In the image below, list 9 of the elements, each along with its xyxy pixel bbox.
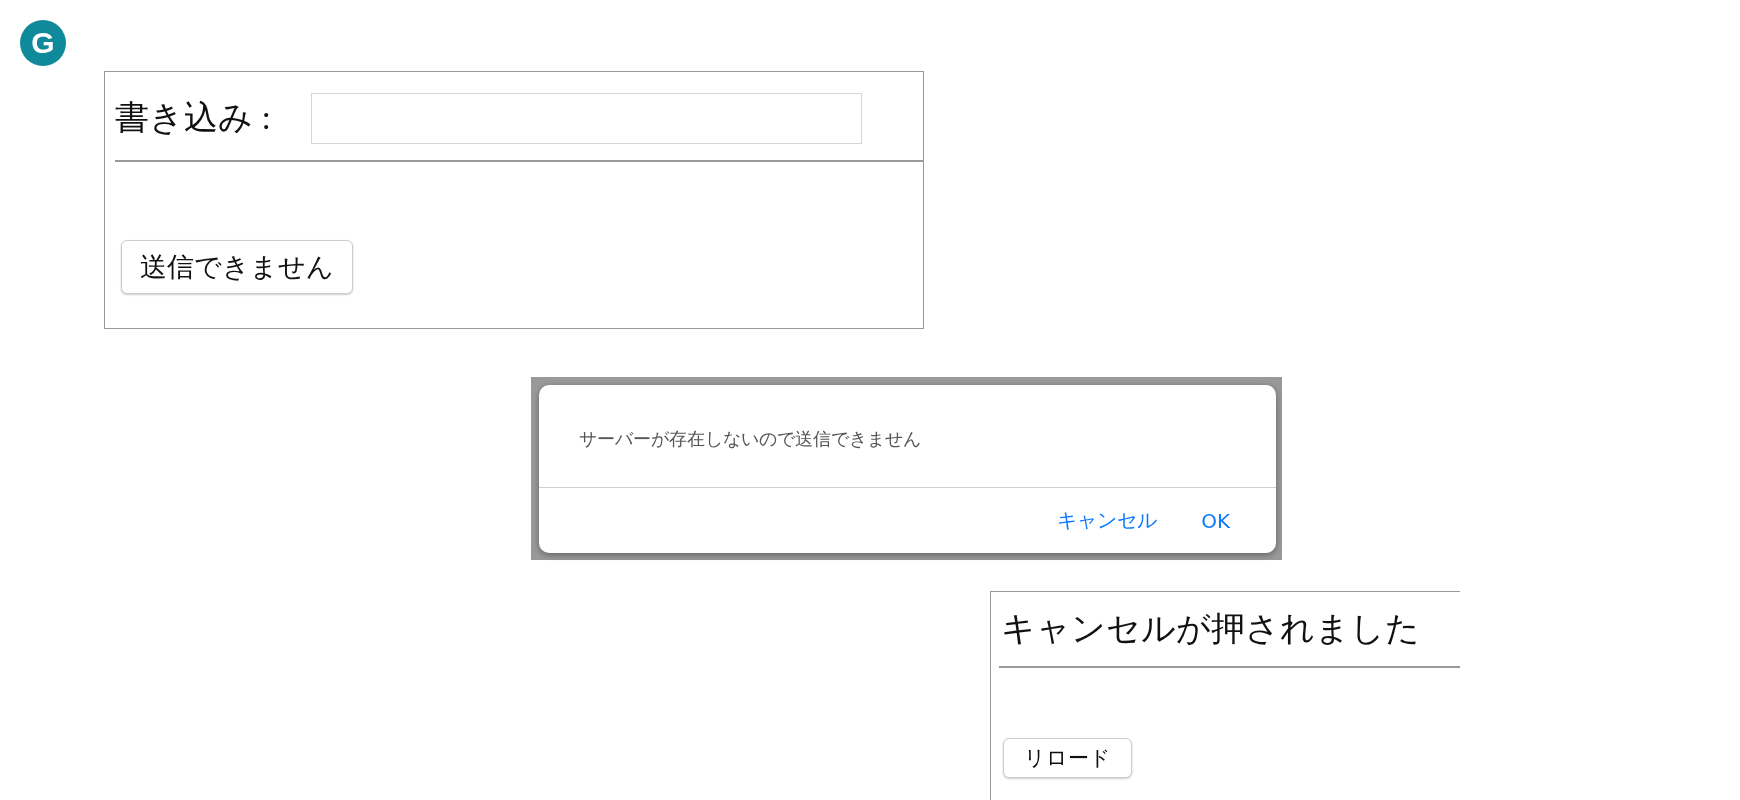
result-message: キャンセルが押されました [1000, 609, 1421, 649]
dialog-message: サーバーが存在しないので送信できません [579, 428, 921, 449]
input-field[interactable] [310, 92, 862, 144]
send-button[interactable]: 送信できません [121, 240, 353, 294]
reload-button[interactable]: リロード [1003, 738, 1132, 778]
dialog-button[interactable]: OK [1201, 508, 1230, 533]
dialog-button[interactable]: キャンセル [1057, 507, 1158, 534]
logo: G [20, 20, 66, 66]
field-label: 書き込み : [115, 98, 271, 138]
